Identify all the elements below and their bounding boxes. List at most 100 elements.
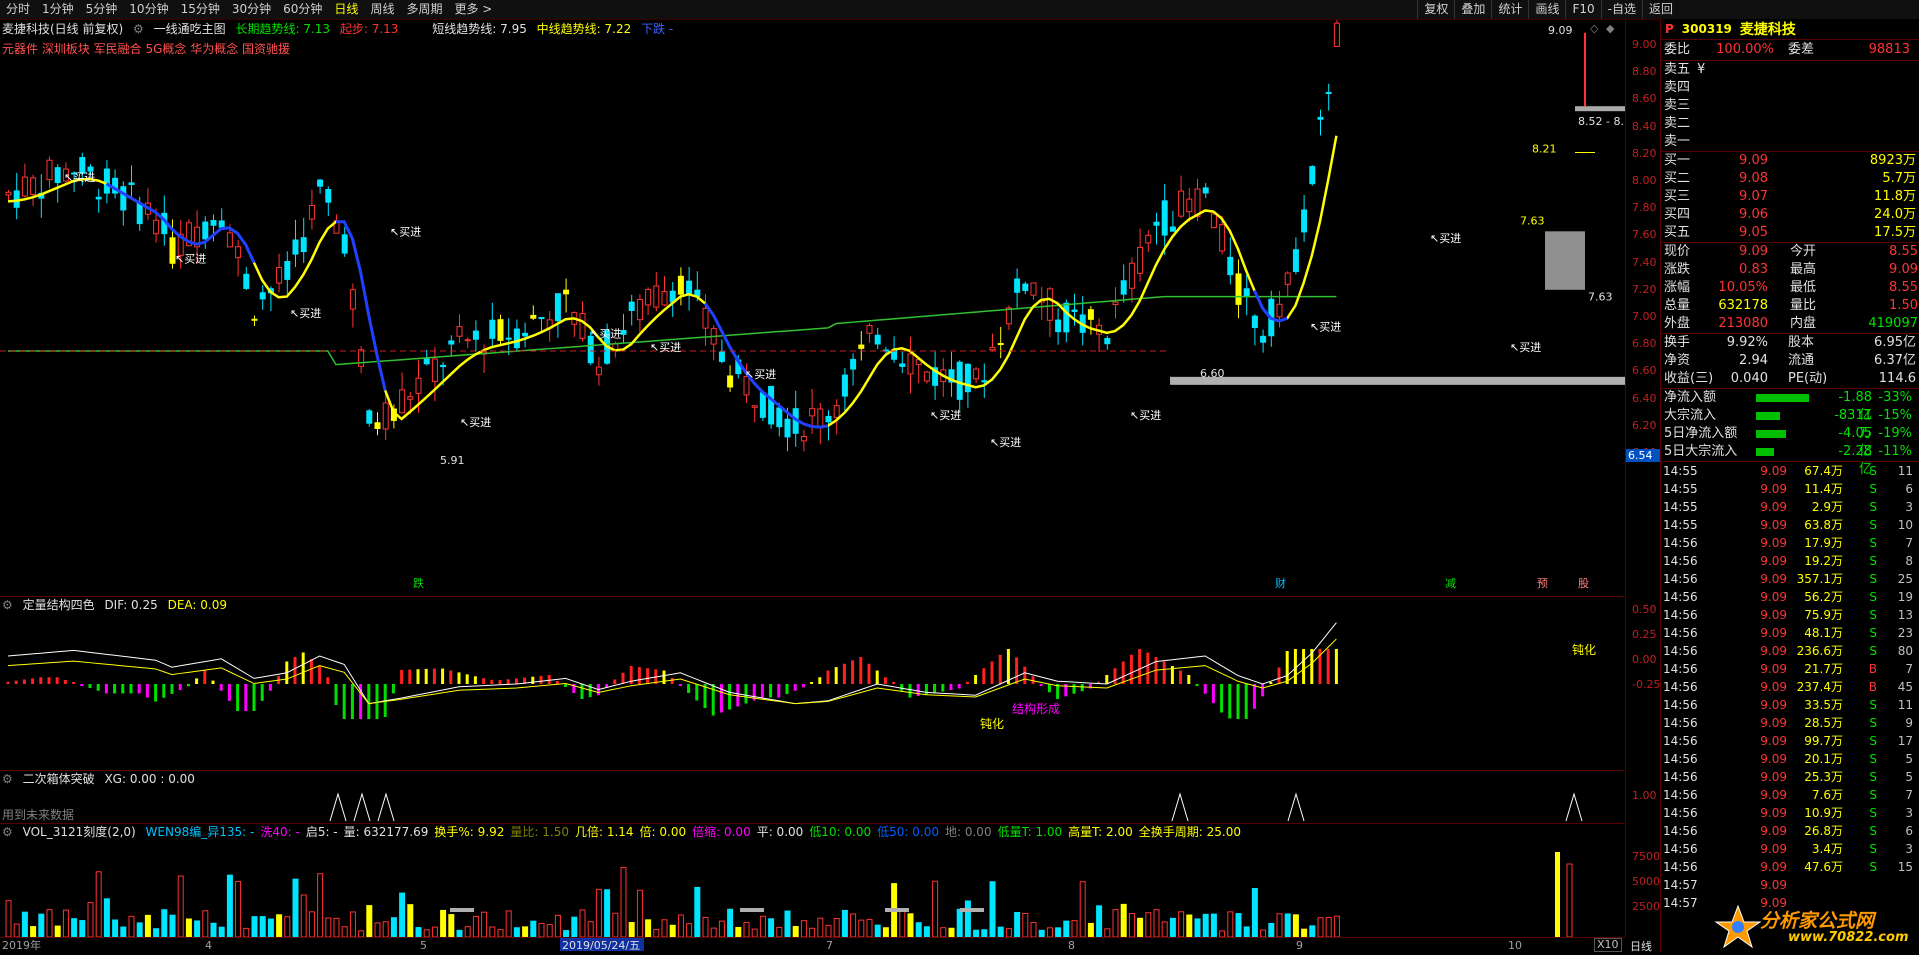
candle-body [366,410,373,424]
volume-bar [325,917,332,937]
volume-bar [1292,914,1299,937]
date-label: 2019/05/24/五 [562,939,640,952]
volume-bar [956,908,963,937]
tick-row[interactable]: 14:56 9.09 7.6万 S 7 [1661,786,1919,804]
candle-body [1309,166,1316,185]
flow-value: -2.28亿 [1838,444,1872,477]
toolbar-btn-2[interactable]: 统计 [1491,0,1528,19]
macd-chart[interactable]: 钝化结构形成钝化 [0,597,1625,770]
volume-bar [128,915,135,937]
tick-row[interactable]: 14:56 9.09 25.3万 S 5 [1661,768,1919,786]
tick-row[interactable]: 14:56 9.09 237.4万 B 45 [1661,678,1919,696]
volume-bar [768,918,775,937]
weicha-label: 委差 [1788,42,1815,57]
diamond-filled-icon[interactable]: ◆ [1606,22,1615,35]
chart-label-p763a: 7.63 [1520,215,1545,228]
tick-row[interactable]: 14:56 9.09 21.7万 B 7 [1661,660,1919,678]
candle-body [1284,272,1291,285]
tick-count: 5 [1905,770,1913,784]
volume-bar [120,926,127,937]
period-tab-8[interactable]: 周线 [364,0,400,19]
toolbar-btn-4[interactable]: F10 [1565,0,1600,19]
period-tab-1[interactable]: 1分钟 [36,0,80,19]
volume-chart[interactable] [0,824,1625,937]
period-tab-5[interactable]: 30分钟 [226,0,277,19]
share-stats: 换手 9.92% 股本 6.95亿 净资 2.94 流通 6.37亿 收益(三) 0.040 PE(… [1661,334,1919,389]
tick-row[interactable]: 14:56 9.09 3.4万 S 3 [1661,840,1919,858]
period-tab-3[interactable]: 10分钟 [123,0,174,19]
tick-row[interactable]: 14:56 9.09 28.5万 S 9 [1661,714,1919,732]
volume-bar [1169,917,1176,937]
volume-bar [251,916,258,937]
tick-row[interactable]: 14:55 9.09 67.4万 S 11 [1661,462,1919,480]
tick-row[interactable]: 14:56 9.09 17.9万 S 7 [1661,534,1919,552]
candle-body [1251,315,1258,329]
event-label-cai: 财 [1275,576,1286,590]
tick-count: 9 [1905,716,1913,730]
macd-panel[interactable]: ⚙ 定量结构四色 DIF: 0.25 DEA: 0.09 钝化 结构形成 钝化 [0,597,1625,771]
volume-bar [1030,921,1037,937]
toolbar-btn-0[interactable]: 复权 [1417,0,1454,19]
tick-time: 14:56 [1663,590,1698,604]
tick-row[interactable]: 14:56 9.09 19.2万 S 8 [1661,552,1919,570]
tick-row[interactable]: 14:56 9.09 10.9万 S 3 [1661,804,1919,822]
event-label-ju: 股 [1578,577,1589,590]
volume-bar [505,910,512,937]
candle-body [505,337,512,340]
tick-row[interactable]: 14:56 9.09 33.5万 S 11 [1661,696,1919,714]
volume-bar [620,867,627,937]
stock-name[interactable]: 麦捷科技 [1740,19,1796,39]
period-tab-2[interactable]: 5分钟 [80,0,124,19]
stock-code[interactable]: 300319 [1682,22,1732,36]
tick-row[interactable]: 14:56 9.09 236.6万 S 80 [1661,642,1919,660]
tick-list[interactable]: 14:55 9.09 67.4万 S 11 14:55 9.09 11.4万 S 6 14:55 9.… [1661,462,1919,912]
toolbar-btn-1[interactable]: 叠加 [1454,0,1491,19]
buy-signal-text: 买进 [299,307,321,320]
volume-bar [1210,913,1217,937]
kline-panel[interactable]: 麦捷科技(日线 前复权) ⚙ 一线通吃主图 长期趋势线: 7.13 起步: 7.… [0,20,1625,597]
toolbar-btn-6[interactable]: 返回 [1641,0,1679,19]
flow-label: 5日大宗流入 [1664,444,1738,459]
box-panel[interactable]: ⚙ 二次箱体突破 XG: 0.00 : 0.00 用到未来数据 [0,771,1625,824]
volume-bar [1079,881,1086,937]
period-tab-0[interactable]: 分时 [0,0,36,19]
volume-bar [973,929,980,937]
period-tab-4[interactable]: 15分钟 [175,0,226,19]
tick-row[interactable]: 14:56 9.09 75.9万 S 13 [1661,606,1919,624]
period-tab-10[interactable]: 更多 > [448,0,498,19]
tick-row[interactable]: 14:56 9.09 47.6万 S 15 [1661,858,1919,876]
toolbar-btn-3[interactable]: 画线 [1528,0,1565,19]
sell-book: 卖五 ¥ 卖四 卖三 卖二 卖一 [1661,61,1919,152]
tick-row[interactable]: 14:55 9.09 63.8万 S 10 [1661,516,1919,534]
stat-label: 量比 [1790,298,1817,313]
date-label: 10 [1508,939,1522,952]
toolbar-btn-5[interactable]: -自选 [1600,0,1642,19]
tick-volume: 75.9万 [1804,608,1843,622]
tick-row[interactable]: 14:55 9.09 2.9万 S 3 [1661,498,1919,516]
tick-row[interactable]: 14:56 9.09 26.8万 S 6 [1661,822,1919,840]
tick-row[interactable]: 14:55 9.09 11.4万 S 6 [1661,480,1919,498]
price-tick: 6.60 [1632,364,1657,378]
volume-bar [226,874,233,937]
period-tab-7[interactable]: 日线 [328,0,364,19]
tick-row[interactable]: 14:56 9.09 20.1万 S 5 [1661,750,1919,768]
tick-row[interactable]: 14:56 9.09 56.2万 S 19 [1661,588,1919,606]
period-tab-9[interactable]: 多周期 [400,0,448,19]
buy-volume: 5.7万 [1882,171,1916,186]
candle-body [1046,288,1053,321]
tick-row[interactable]: 14:56 9.09 48.1万 S 23 [1661,624,1919,642]
kline-chart[interactable]: ↖买进 ↖买进 ↖买进 ↖买进 ↖买进 ↖买进 ↖买进 ↖买进 ↖买进 ↖买进 ↖买进 ↖买进 ↖买进 ↖… [0,20,1625,596]
tick-count: 5 [1905,752,1913,766]
candle-body [95,196,102,200]
buy-signal-label: ↖买进 [930,409,961,422]
dea-line [7,638,1337,705]
volume-panel[interactable]: ⚙ VOL_3121刻度(2,0) WEN98编_异135: - 洗40: - 启5… [0,824,1625,938]
buy-signal-text: 买进 [659,341,681,354]
sell-price [1698,115,1784,133]
period-tab-6[interactable]: 60分钟 [277,0,328,19]
share-label: 换手 [1664,335,1691,350]
diamond-icon[interactable]: ◇ [1590,22,1599,35]
tick-row[interactable]: 14:56 9.09 99.7万 S 17 [1661,732,1919,750]
tick-row[interactable]: 14:56 9.09 357.1万 S 25 [1661,570,1919,588]
tick-row[interactable]: 14:57 9.09 [1661,876,1919,894]
